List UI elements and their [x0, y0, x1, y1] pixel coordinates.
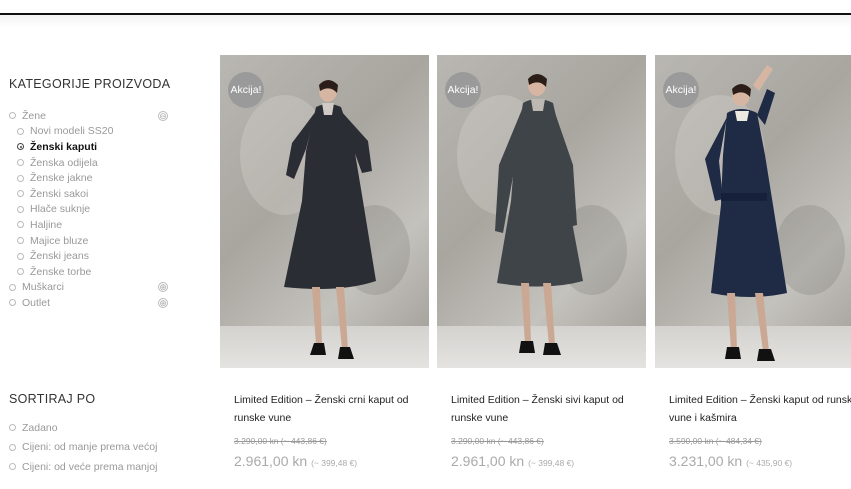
old-price: 3.290,00 kn (~ 443,86 €)	[234, 436, 327, 446]
category-item-majice-bluze[interactable]: Majice bluze	[9, 233, 194, 249]
category-label: Muškarci	[22, 281, 65, 294]
category-label: Ženski jeans	[30, 250, 89, 263]
price-eur: (~ 435,90 €)	[746, 458, 793, 468]
product-name[interactable]: Limited Edition – Ženski crni kaput od r…	[234, 391, 424, 427]
product-name[interactable]: Limited Edition – Ženski sivi kaput od r…	[451, 391, 641, 427]
category-item-zenske-jakne[interactable]: Ženske jakne	[9, 170, 194, 186]
category-label: Outlet	[22, 296, 51, 309]
sale-badge: Akcija!	[663, 72, 699, 108]
category-label: Novi modeli SS20	[30, 125, 114, 138]
category-label: Ženski kaputi	[30, 140, 98, 153]
radio-icon[interactable]	[17, 174, 24, 182]
price-kn: 2.961,00 kn	[451, 453, 525, 469]
expand-icon[interactable]: ⊕	[158, 297, 168, 308]
radio-icon[interactable]	[17, 268, 24, 276]
new-price: 3.231,00 kn (~ 435,90 €)	[669, 453, 792, 469]
categories-title: KATEGORIJE PROIZVODA	[9, 77, 171, 91]
category-item-haljine[interactable]: Haljine	[9, 217, 194, 233]
sidebar: KATEGORIJE PROIZVODA Žene ⊖ Novi modeli …	[0, 0, 205, 489]
category-label: Ženski sakoi	[30, 187, 89, 200]
category-item-zenski-sakoi[interactable]: Ženski sakoi	[9, 186, 194, 202]
category-item-zenski-kaputi[interactable]: Ženski kaputi	[9, 139, 194, 155]
category-item-hlace-suknje[interactable]: Hlače suknje	[9, 202, 194, 218]
category-item-zenske-torbe[interactable]: Ženske torbe	[9, 264, 194, 280]
category-label: Ženska odijela	[30, 156, 98, 169]
category-item-zenski-jeans[interactable]: Ženski jeans	[9, 248, 194, 264]
sort-label: Cijeni: od veće prema manjoj	[22, 460, 158, 473]
radio-selected-icon[interactable]	[17, 143, 24, 151]
sort-label: Cijeni: od manje prema većoj	[22, 441, 158, 454]
price-kn: 3.231,00 kn	[669, 453, 743, 469]
radio-icon[interactable]	[17, 127, 24, 135]
sort-option-default[interactable]: Zadano	[9, 418, 199, 438]
category-item-zenska-odijela[interactable]: Ženska odijela	[9, 155, 194, 171]
sale-badge: Akcija!	[228, 72, 264, 108]
radio-icon[interactable]	[17, 252, 24, 260]
category-item-zene[interactable]: Žene ⊖	[9, 108, 194, 124]
category-item-novi-modeli[interactable]: Novi modeli SS20	[9, 124, 194, 140]
radio-icon[interactable]	[17, 237, 24, 245]
radio-icon[interactable]	[17, 159, 24, 167]
radio-icon[interactable]	[9, 283, 16, 291]
radio-icon[interactable]	[9, 112, 16, 120]
sort-list: Zadano Cijeni: od manje prema većoj Cije…	[9, 418, 199, 477]
category-label: Hlače suknje	[30, 203, 91, 216]
category-label: Ženske jakne	[30, 172, 93, 185]
category-item-muskarci[interactable]: Muškarci ⊕	[9, 280, 194, 296]
product-image[interactable]: Akcija!	[437, 55, 646, 368]
old-price: 3.590,00 kn (~ 484,34 €)	[669, 436, 762, 446]
radio-icon[interactable]	[17, 190, 24, 198]
sort-option-price-asc[interactable]: Cijeni: od manje prema većoj	[9, 438, 199, 458]
product-card: Akcija! Limited Edition – Ženski crni ka…	[220, 55, 429, 469]
price-eur: (~ 399,48 €)	[528, 458, 575, 468]
collapse-icon[interactable]: ⊖	[158, 110, 168, 121]
category-label: Majice bluze	[30, 234, 89, 247]
sale-badge: Akcija!	[445, 72, 481, 108]
product-image[interactable]: Akcija!	[655, 55, 851, 368]
category-label: Haljine	[30, 218, 63, 231]
radio-icon[interactable]	[9, 424, 16, 432]
product-card: Akcija! Limited Edition – Ženski kaput o…	[655, 55, 851, 469]
old-price: 3.290,00 kn (~ 443,86 €)	[451, 436, 544, 446]
new-price: 2.961,00 kn (~ 399,48 €)	[234, 453, 357, 469]
radio-icon[interactable]	[9, 299, 16, 307]
radio-icon[interactable]	[17, 221, 24, 229]
sort-option-price-desc[interactable]: Cijeni: od veće prema manjoj	[9, 457, 199, 477]
price-eur: (~ 399,48 €)	[311, 458, 358, 468]
radio-icon[interactable]	[9, 443, 16, 451]
sort-label: Zadano	[22, 421, 58, 434]
price-kn: 2.961,00 kn	[234, 453, 308, 469]
new-price: 2.961,00 kn (~ 399,48 €)	[451, 453, 574, 469]
product-card: Akcija! Limited Edition – Ženski sivi ka…	[437, 55, 646, 469]
category-label: Ženske torbe	[30, 265, 92, 278]
product-name[interactable]: Limited Edition – Ženski kaput od runske…	[669, 391, 851, 427]
radio-icon[interactable]	[17, 205, 24, 213]
sort-title: SORTIRAJ PO	[9, 392, 96, 406]
product-image[interactable]: Akcija!	[220, 55, 429, 368]
category-label: Žene	[22, 109, 46, 122]
radio-icon[interactable]	[9, 463, 16, 471]
expand-icon[interactable]: ⊕	[158, 282, 168, 293]
category-list: Žene ⊖ Novi modeli SS20 Ženski kaputi Že…	[9, 108, 194, 311]
category-item-outlet[interactable]: Outlet ⊕	[9, 295, 194, 311]
